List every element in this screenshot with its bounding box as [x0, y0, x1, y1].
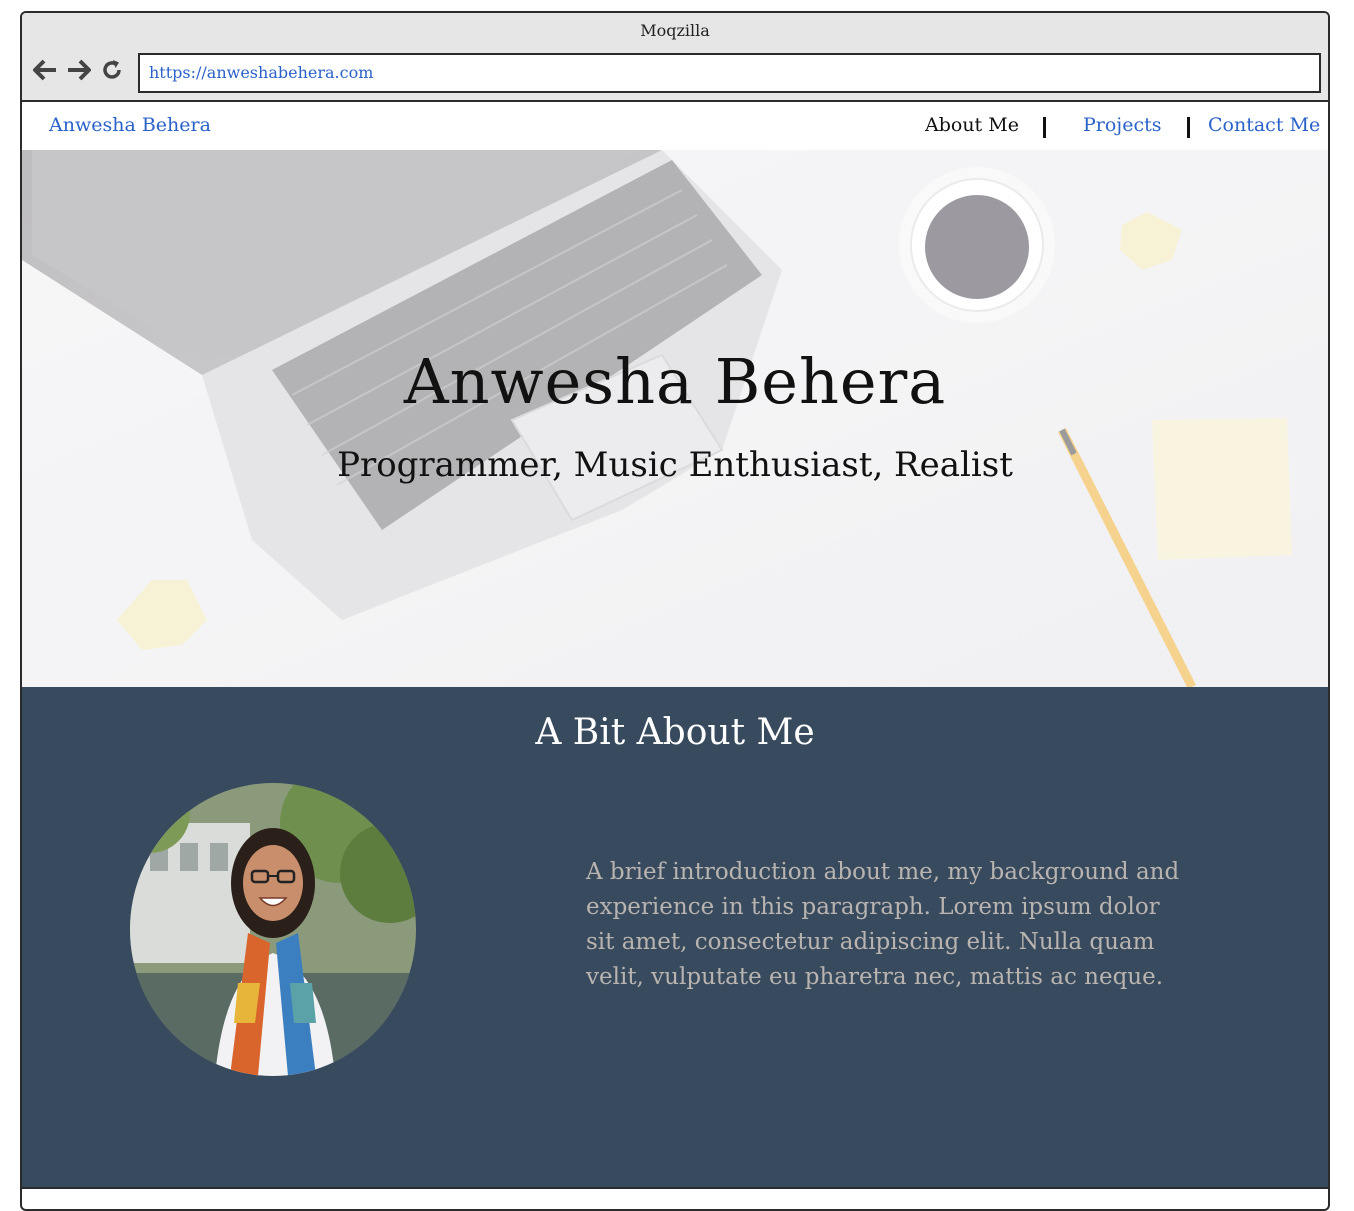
window-title: Moqzilla	[640, 21, 710, 40]
section-divider	[22, 1187, 1328, 1189]
forward-arrow-icon[interactable]	[66, 58, 92, 82]
nav-about-me[interactable]: About Me	[925, 114, 1019, 136]
hero-subtitle: Programmer, Music Enthusiast, Realist	[337, 445, 1013, 485]
navigation-buttons	[32, 58, 124, 82]
site-navbar: Anwesha Behera About Me Projects Contact…	[22, 102, 1328, 150]
hero-background-image	[22, 150, 1328, 687]
about-heading: A Bit About Me	[535, 712, 815, 753]
browser-window: Moqzilla https://anweshabehera.com Anwes…	[20, 11, 1330, 1211]
profile-photo	[130, 783, 416, 1076]
about-paragraph: A brief introduction about me, my backgr…	[586, 859, 1180, 990]
nav-separator	[1043, 117, 1046, 138]
about-section: A Bit About Me A brief introduction abou…	[22, 687, 1328, 1187]
nav-projects[interactable]: Projects	[1083, 114, 1161, 136]
nav-separator	[1187, 117, 1190, 138]
back-arrow-icon[interactable]	[32, 58, 58, 82]
nav-contact-me[interactable]: Contact Me	[1208, 114, 1320, 136]
hero-title: Anwesha Behera	[403, 345, 947, 418]
brand-link[interactable]: Anwesha Behera	[49, 114, 211, 136]
reload-icon[interactable]	[100, 58, 124, 82]
browser-toolbar: Moqzilla https://anweshabehera.com	[22, 13, 1328, 102]
address-bar[interactable]: https://anweshabehera.com	[138, 53, 1321, 93]
hero-banner: Anwesha Behera Programmer, Music Enthusi…	[22, 150, 1328, 687]
